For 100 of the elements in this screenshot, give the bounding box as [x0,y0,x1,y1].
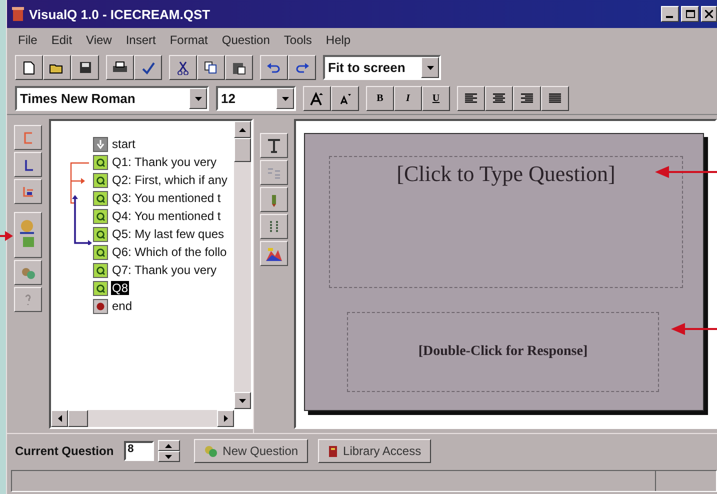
menu-item[interactable]: Tools [276,33,319,47]
chart-tool[interactable] [260,241,288,266]
branch-tool[interactable] [14,179,42,204]
tree-item[interactable]: Q5: My last few ques [93,225,228,243]
scroll-thumb[interactable] [68,410,88,427]
close-button[interactable] [701,6,717,22]
spellcheck-button[interactable] [134,55,162,80]
redo-icon [295,62,309,72]
pencil-tool[interactable] [260,187,288,212]
spinner-control[interactable] [158,440,180,462]
align-button[interactable] [513,86,541,111]
menu-item[interactable]: Edit [44,33,80,47]
menu-item[interactable]: File [11,33,44,47]
text-icon [267,138,281,152]
minimize-button[interactable] [661,6,679,22]
menu-item[interactable]: View [79,33,119,47]
maximize-icon [686,10,694,18]
response-area[interactable]: [Double-Click for Response] [347,312,659,392]
zoom-dropdown[interactable]: Fit to screen [323,55,441,80]
vertical-scrollbar[interactable] [234,121,251,409]
question-placeholder: [Click to Type Question] [396,160,616,188]
scroll-thumb[interactable] [234,138,251,162]
print-button[interactable] [106,55,134,80]
sort-tool[interactable] [260,214,288,239]
app-icon [11,6,25,22]
align-icon [521,93,533,104]
shapes-tool[interactable] [14,212,42,258]
paste-icon [232,60,246,74]
arrow-icon [239,398,246,402]
sort-icon [268,220,280,234]
menu-item[interactable]: Format [162,33,215,47]
cut-button[interactable] [169,55,197,80]
save-button[interactable] [71,55,99,80]
new-file-icon [23,60,35,74]
menu-item[interactable]: Help [318,33,358,47]
help-tool[interactable] [14,287,42,312]
justify-icon [549,93,561,104]
tree-item[interactable]: Q6: Which of the follo [93,243,228,261]
arrow-icon [239,128,246,132]
people-tool[interactable] [14,260,42,285]
copy-icon [204,61,218,74]
library-access-button[interactable]: Library Access [318,439,432,463]
arrow-icon [282,96,288,100]
window-title: VisualQ 1.0 - ICECREAM.QST [29,6,210,22]
text-style-button[interactable]: U [422,86,450,111]
horizontal-scrollbar[interactable] [51,410,234,427]
shrink-font-button[interactable] [331,86,359,111]
open-folder-icon [49,62,65,74]
font-dropdown[interactable]: Times New Roman [15,86,209,111]
tree-item[interactable]: Q8 [93,279,228,297]
maximize-button[interactable] [681,6,699,22]
grow-font-button[interactable] [303,86,331,111]
align-icon [493,93,505,104]
grow-font-icon [310,92,324,106]
arrow-icon [58,415,62,422]
redo-button[interactable] [288,55,316,80]
branch-icon [22,130,34,144]
tree-item[interactable]: Q4: You mentioned t [93,207,228,225]
branch-tool[interactable] [14,125,42,150]
list-icon [267,166,281,180]
font-size-dropdown[interactable]: 12 [216,86,296,111]
list-tool[interactable] [260,160,288,185]
pencil-icon [270,192,278,206]
tree-item[interactable]: Q7: Thank you very [93,261,228,279]
cut-icon [177,60,189,74]
paste-button[interactable] [225,55,253,80]
align-icon [465,93,477,104]
annotation-arrow [671,323,717,335]
justify-button[interactable] [541,86,569,111]
tree-item[interactable]: end [93,297,228,315]
tree-item[interactable]: Q1: Thank you very [93,153,228,171]
save-icon [78,61,92,74]
copy-button[interactable] [197,55,225,80]
arrow-icon [426,66,434,70]
tree-item[interactable]: Q2: First, which if any [93,171,228,189]
text-style-button[interactable]: B [366,86,394,111]
open-folder-button[interactable] [43,55,71,80]
arrow-icon [194,96,202,100]
annotation-arrow [0,230,13,242]
tree-item[interactable]: Q3: You mentioned t [93,189,228,207]
branch-tool[interactable] [14,152,42,177]
undo-button[interactable] [260,55,288,80]
new-file-button[interactable] [15,55,43,80]
close-icon [705,10,713,18]
menu-item[interactable]: Insert [118,33,163,47]
tree-item[interactable]: start [93,135,228,153]
align-button[interactable] [485,86,513,111]
branch-icon [21,184,35,198]
current-question-field[interactable]: 8 [124,441,154,461]
response-placeholder: [Double-Click for Response] [418,344,588,360]
text-tool[interactable] [260,133,288,158]
spellcheck-icon [141,60,155,74]
new-question-icon [204,444,218,458]
shrink-font-icon [339,92,351,104]
arrow-icon [224,415,228,422]
people-icon [21,266,35,280]
text-style-button[interactable]: I [394,86,422,111]
new-question-button[interactable]: New Question [194,439,308,463]
menu-item[interactable]: Question [214,33,277,47]
align-button[interactable] [457,86,485,111]
